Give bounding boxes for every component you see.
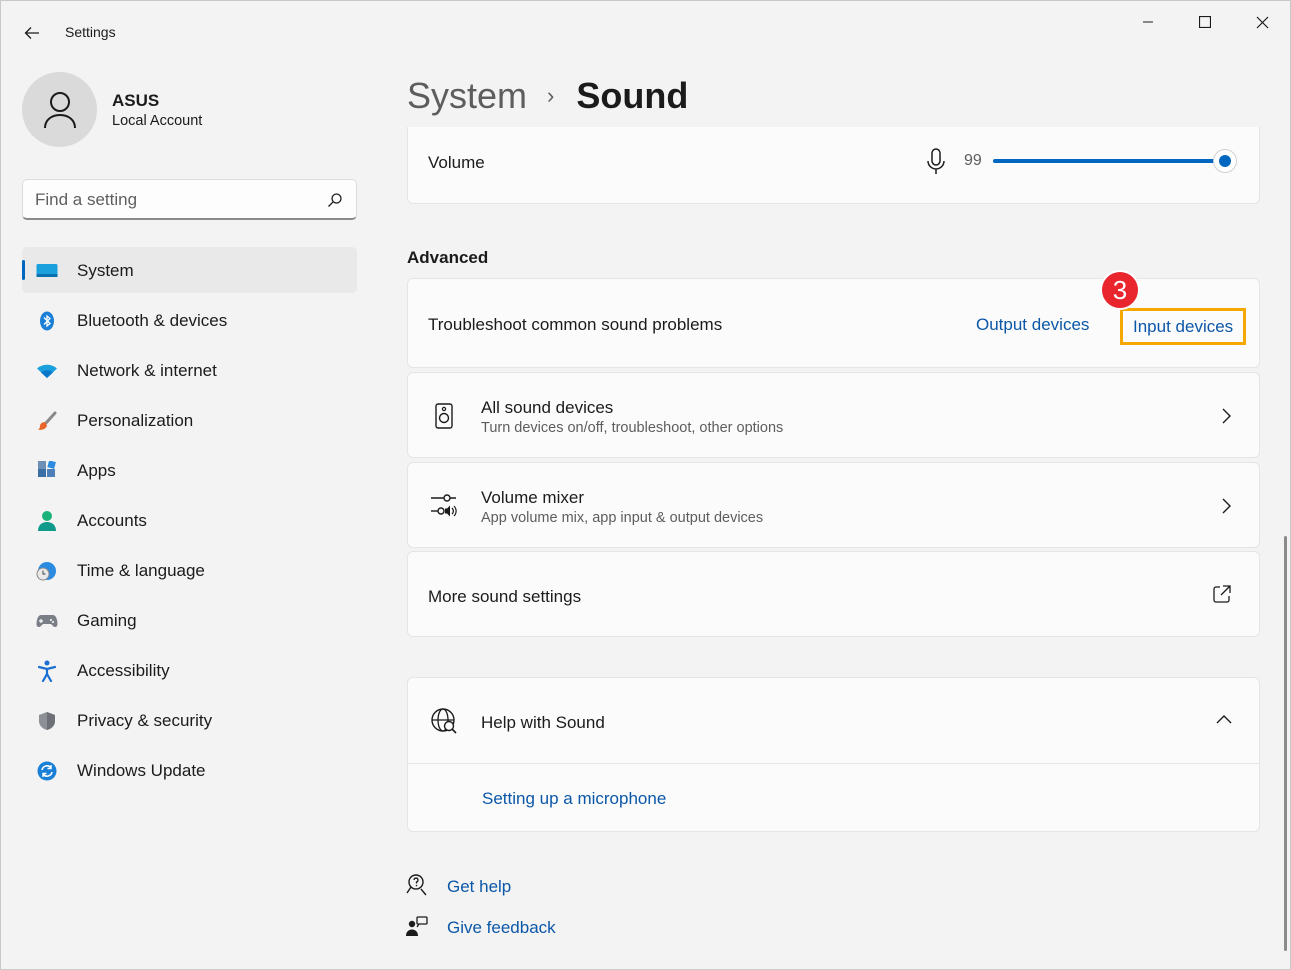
sidebar-item-personalization[interactable]: Personalization	[22, 397, 357, 443]
divider	[408, 763, 1259, 764]
sidebar-item-accessibility[interactable]: Accessibility	[22, 647, 357, 693]
microphone-icon[interactable]	[926, 148, 946, 176]
sidebar-item-time-language[interactable]: Time & language	[22, 547, 357, 593]
breadcrumb-parent[interactable]: System	[407, 75, 527, 117]
sidebar-item-gaming[interactable]: Gaming	[22, 597, 357, 643]
sidebar-item-label: Time & language	[77, 561, 205, 580]
sidebar-item-label: Apps	[77, 461, 116, 480]
sidebar-item-label: Gaming	[77, 611, 137, 630]
update-icon	[36, 760, 58, 782]
system-icon	[36, 260, 58, 282]
app-title: Settings	[65, 24, 116, 40]
all-sound-devices-card[interactable]: All sound devices Turn devices on/off, t…	[407, 372, 1260, 458]
user-name: ASUS	[112, 91, 160, 110]
sidebar-item-label: Accounts	[77, 511, 147, 530]
sidebar-item-label: Personalization	[77, 411, 194, 430]
volume-slider-thumb[interactable]	[1213, 149, 1237, 173]
breadcrumb: System › Sound	[407, 75, 688, 117]
help-with-sound-card: Help with Sound Setting up a microphone	[407, 677, 1260, 832]
volume-slider-track[interactable]	[993, 159, 1217, 163]
minimize-button[interactable]	[1125, 7, 1171, 37]
sidebar-item-privacy-security[interactable]: Privacy & security	[22, 697, 357, 743]
search-box	[22, 179, 357, 220]
sidebar-item-label: Windows Update	[77, 761, 206, 780]
globe-clock-icon	[36, 560, 58, 582]
open-external-icon	[1213, 585, 1231, 603]
scrollbar[interactable]	[1284, 536, 1287, 951]
sidebar-item-bluetooth[interactable]: Bluetooth & devices	[22, 297, 357, 343]
give-feedback-icon	[406, 916, 428, 936]
minimize-icon	[1143, 21, 1153, 23]
sidebar-item-label: Privacy & security	[77, 711, 213, 730]
sidebar-item-apps[interactable]: Apps	[22, 447, 357, 493]
mixer-icon	[430, 491, 458, 521]
setting-up-microphone-link[interactable]: Setting up a microphone	[482, 789, 666, 809]
avatar[interactable]	[22, 72, 97, 147]
account-type: Local Account	[112, 113, 203, 129]
troubleshoot-label: Troubleshoot common sound problems	[428, 315, 723, 334]
search-icon[interactable]	[327, 192, 343, 208]
troubleshoot-card: Troubleshoot common sound problems Outpu…	[407, 270, 1260, 368]
breadcrumb-separator: ›	[547, 83, 555, 108]
sidebar-item-system[interactable]: System	[22, 247, 357, 293]
more-sound-settings-title: More sound settings	[428, 587, 582, 606]
sidebar-item-label: Network & internet	[77, 361, 217, 380]
help-with-sound-title: Help with Sound	[481, 713, 605, 732]
volume-card: Volume 99	[407, 127, 1260, 204]
volume-mixer-card[interactable]: Volume mixer App volume mix, app input &…	[407, 462, 1260, 548]
person-icon	[36, 510, 58, 532]
search-input[interactable]	[35, 188, 315, 212]
title-bar: Settings	[1, 1, 1290, 63]
get-help-link[interactable]: Get help	[447, 877, 511, 897]
chevron-right-icon	[1222, 498, 1231, 514]
wifi-icon	[36, 360, 58, 382]
sidebar-item-label: Accessibility	[77, 661, 170, 680]
brush-icon	[36, 410, 58, 432]
input-devices-link[interactable]: Input devices	[1133, 317, 1233, 337]
volume-label: Volume	[428, 153, 485, 172]
sidebar-item-windows-update[interactable]: Windows Update	[22, 747, 357, 793]
more-sound-settings-card[interactable]: More sound settings	[407, 551, 1260, 637]
volume-mixer-subtitle: App volume mix, app input & output devic…	[481, 510, 764, 526]
chevron-up-icon[interactable]	[1215, 712, 1233, 726]
speaker-icon	[430, 401, 458, 431]
close-button[interactable]	[1239, 7, 1285, 37]
get-help-icon	[406, 874, 427, 896]
all-sound-devices-subtitle: Turn devices on/off, troubleshoot, other…	[481, 420, 784, 436]
sidebar-item-label: System	[77, 261, 134, 280]
active-indicator	[22, 260, 25, 280]
all-sound-devices-title: All sound devices	[481, 398, 614, 417]
apps-icon	[36, 460, 58, 482]
chevron-right-icon	[1222, 408, 1231, 424]
shield-icon	[36, 710, 58, 732]
output-devices-link[interactable]: Output devices	[976, 315, 1089, 335]
settings-window: Settings ASUS Local Account System	[0, 0, 1291, 970]
maximize-icon	[1199, 16, 1211, 28]
sidebar-item-label: Bluetooth & devices	[77, 311, 228, 330]
sidebar-item-network[interactable]: Network & internet	[22, 347, 357, 393]
user-icon	[43, 91, 76, 128]
volume-mixer-title: Volume mixer	[481, 488, 584, 507]
back-arrow-icon	[24, 27, 39, 39]
sidebar-nav: System Bluetooth & devices Network & int…	[22, 247, 357, 797]
give-feedback-link[interactable]: Give feedback	[447, 918, 556, 938]
bluetooth-icon	[36, 310, 58, 332]
input-devices-highlight: Input devices	[1120, 308, 1246, 345]
volume-value: 99	[964, 152, 982, 169]
back-button[interactable]	[19, 21, 45, 45]
accessibility-icon	[36, 660, 58, 682]
gamepad-icon	[36, 610, 58, 632]
step-badge: 3	[1100, 270, 1140, 310]
maximize-button[interactable]	[1182, 7, 1228, 37]
close-icon	[1256, 16, 1268, 28]
sidebar-item-accounts[interactable]: Accounts	[22, 497, 357, 543]
page-title: Sound	[576, 75, 689, 116]
globe-search-icon	[430, 706, 458, 736]
section-heading-advanced: Advanced	[407, 248, 489, 267]
